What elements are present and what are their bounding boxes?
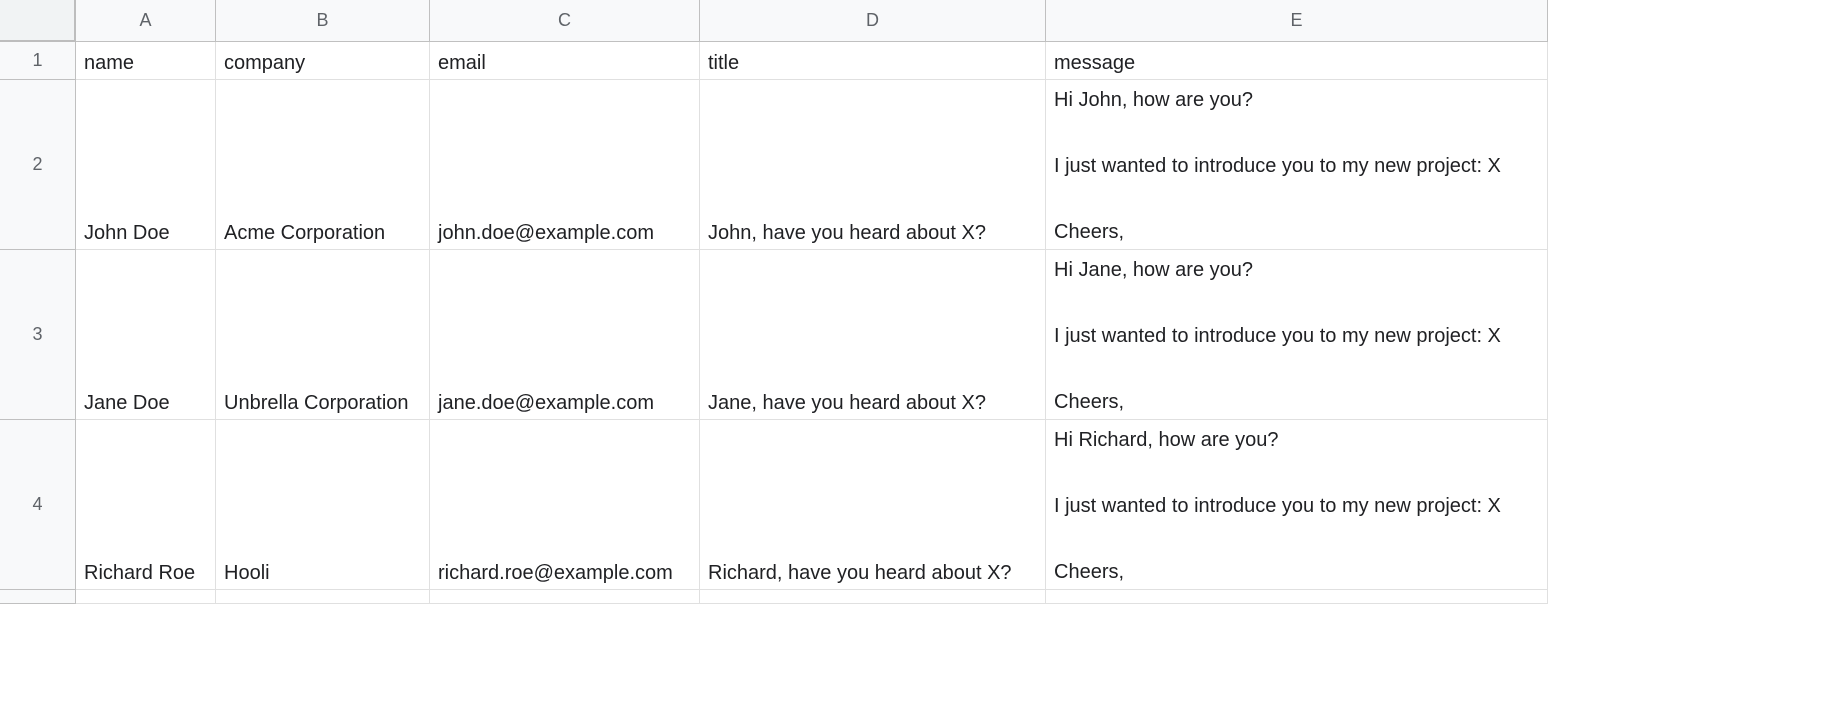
cell-D4[interactable]: Richard, have you heard about X? xyxy=(700,420,1046,590)
column-header-B[interactable]: B xyxy=(216,0,430,42)
cell-D3[interactable]: Jane, have you heard about X? xyxy=(700,250,1046,420)
column-header-D[interactable]: D xyxy=(700,0,1046,42)
cell-C3[interactable]: jane.doe@example.com xyxy=(430,250,700,420)
row-header-5[interactable] xyxy=(0,590,76,604)
cell-A3[interactable]: Jane Doe xyxy=(76,250,216,420)
cell-E1[interactable]: message xyxy=(1046,42,1548,80)
cell-B2[interactable]: Acme Corporation xyxy=(216,80,430,250)
row-header-4[interactable]: 4 xyxy=(0,420,76,590)
cell-A1[interactable]: name xyxy=(76,42,216,80)
cell-A5[interactable] xyxy=(76,590,216,604)
cell-C2[interactable]: john.doe@example.com xyxy=(430,80,700,250)
column-header-E[interactable]: E xyxy=(1046,0,1548,42)
cell-E3[interactable]: Hi Jane, how are you? I just wanted to i… xyxy=(1046,250,1548,420)
select-all-corner[interactable] xyxy=(0,0,76,42)
cell-B1[interactable]: company xyxy=(216,42,430,80)
cell-D1[interactable]: title xyxy=(700,42,1046,80)
cell-D5[interactable] xyxy=(700,590,1046,604)
cell-B4[interactable]: Hooli xyxy=(216,420,430,590)
cell-C4[interactable]: richard.roe@example.com xyxy=(430,420,700,590)
cell-A4[interactable]: Richard Roe xyxy=(76,420,216,590)
row-header-1[interactable]: 1 xyxy=(0,42,76,80)
row-header-3[interactable]: 3 xyxy=(0,250,76,420)
cell-D2[interactable]: John, have you heard about X? xyxy=(700,80,1046,250)
cell-C1[interactable]: email xyxy=(430,42,700,80)
row-header-2[interactable]: 2 xyxy=(0,80,76,250)
cell-C5[interactable] xyxy=(430,590,700,604)
column-header-A[interactable]: A xyxy=(76,0,216,42)
column-header-C[interactable]: C xyxy=(430,0,700,42)
cell-B3[interactable]: Unbrella Corporation xyxy=(216,250,430,420)
cell-B5[interactable] xyxy=(216,590,430,604)
cell-E2[interactable]: Hi John, how are you? I just wanted to i… xyxy=(1046,80,1548,250)
cell-A2[interactable]: John Doe xyxy=(76,80,216,250)
spreadsheet-grid: A B C D E 1 name company email title mes… xyxy=(0,0,1548,604)
cell-E4[interactable]: Hi Richard, how are you? I just wanted t… xyxy=(1046,420,1548,590)
cell-E5[interactable] xyxy=(1046,590,1548,604)
